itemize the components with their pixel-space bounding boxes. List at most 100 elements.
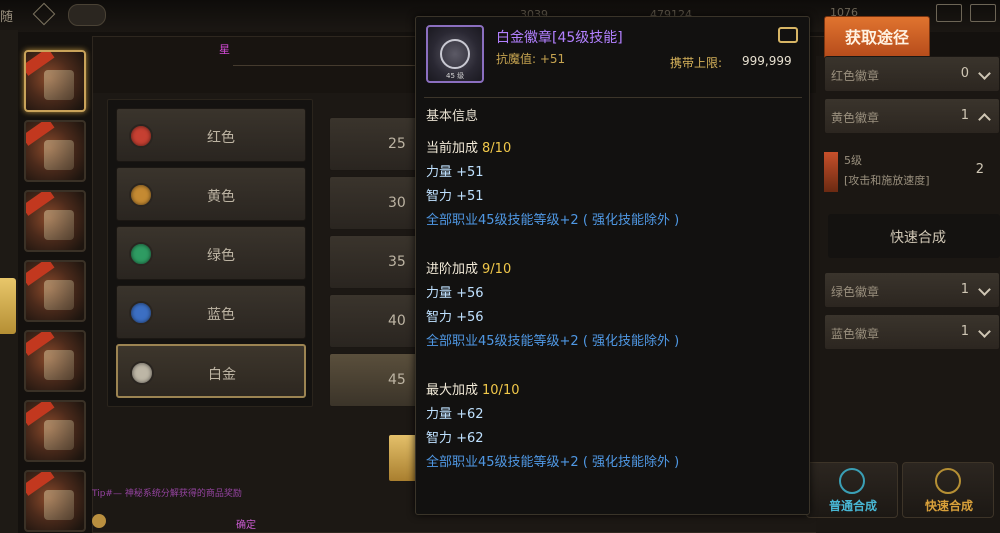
skill-line: 全部职业45级技能等级+2 ( 强化技能除外 ): [426, 455, 680, 470]
badge-row-label: 黄色徽章: [831, 111, 880, 125]
color-button-green[interactable]: 绿色: [116, 226, 306, 280]
chevron-down-icon[interactable]: [978, 325, 991, 338]
item-slot[interactable]: [24, 330, 86, 392]
color-button-yellow[interactable]: 黄色: [116, 167, 306, 221]
item-image: [44, 350, 74, 380]
share-icon[interactable]: [778, 27, 798, 43]
level-button-selected[interactable]: 45: [329, 353, 419, 407]
level-label: 40: [388, 313, 406, 329]
badge-item[interactable]: 5级 [攻击和施放速度] 2: [824, 148, 1000, 194]
color-label: 蓝色: [207, 307, 235, 323]
color-list: 红色 黄色 绿色 蓝色 白金: [107, 99, 313, 407]
level-label: 25: [388, 136, 406, 152]
quick-synthesis-button[interactable]: 快速合成: [902, 462, 994, 518]
normal-synthesis-button[interactable]: 普通合成: [806, 462, 898, 518]
badge-row-count: 1: [960, 324, 969, 339]
tooltip-resist-value: 抗魔值: +51: [496, 52, 566, 66]
stat-line: 智力 +51: [426, 189, 484, 204]
cross-emblem-icon: [440, 39, 470, 69]
chevron-down-icon[interactable]: [978, 283, 991, 296]
blue-dot-icon: [129, 301, 153, 325]
color-label: 白金: [208, 367, 236, 383]
badge-row-red[interactable]: 红色徽章 0: [824, 56, 1000, 92]
level-label: 35: [388, 254, 406, 270]
badge-item-count: 2: [975, 162, 984, 177]
bonus-level: 9/10: [482, 262, 512, 277]
star-tag: 星: [219, 43, 230, 56]
stat-line: 智力 +56: [426, 310, 484, 325]
tooltip-title: 白金徽章[45级技能]: [496, 30, 623, 46]
badge-row-blue[interactable]: 蓝色徽章 1: [824, 314, 1000, 350]
gear-icon: [935, 468, 961, 494]
normal-synthesis-label: 普通合成: [828, 499, 877, 513]
level-list: 25 30 35 40 45: [329, 99, 419, 407]
gear-icon: [839, 468, 865, 494]
level-button[interactable]: 30: [329, 176, 419, 230]
badge-row-label: 红色徽章: [831, 69, 880, 83]
item-image: [44, 280, 74, 310]
yellow-dot-icon: [129, 183, 153, 207]
item-slot[interactable]: [24, 120, 86, 182]
gold-button[interactable]: [389, 435, 417, 481]
coin-icon: [92, 514, 106, 528]
level-label: 30: [388, 195, 406, 211]
system-chat-line: Tip#— 神秘系统分解获得的商品奖励: [92, 489, 242, 499]
mail-icon[interactable]: [936, 4, 962, 22]
quick-synthesis-button-label: 快速合成: [924, 499, 973, 513]
badge-row-label: 绿色徽章: [831, 285, 880, 299]
platinum-dot-icon: [130, 361, 154, 385]
item-image: [44, 490, 74, 520]
chevron-down-icon[interactable]: [978, 67, 991, 80]
color-label: 红色: [207, 130, 235, 146]
color-button-platinum[interactable]: 白金: [116, 344, 306, 398]
level-button[interactable]: 40: [329, 294, 419, 348]
bonus-group-advanced: 进阶加成 9/10 力量 +56 智力 +56 全部职业45级技能等级+2 ( 强…: [426, 258, 796, 354]
item-slot[interactable]: [24, 50, 86, 112]
bonus-heading-label: 最大加成: [426, 383, 479, 398]
color-label: 绿色: [207, 248, 235, 264]
stat-line: 力量 +62: [426, 407, 484, 422]
level-button[interactable]: 25: [329, 117, 419, 171]
item-slot[interactable]: [24, 190, 86, 252]
badge-row-label: 蓝色徽章: [831, 327, 880, 341]
badge-row-green[interactable]: 绿色徽章 1: [824, 272, 1000, 308]
badge-icon: 45 级: [426, 25, 484, 83]
carry-limit-label: 携带上限:: [670, 56, 723, 70]
item-slot[interactable]: [24, 470, 86, 532]
item-image: [44, 210, 74, 240]
quick-synthesis-label: 快速合成: [890, 230, 946, 246]
level-button[interactable]: 35: [329, 235, 419, 289]
color-button-blue[interactable]: 蓝色: [116, 285, 306, 339]
item-slot[interactable]: [24, 400, 86, 462]
green-dot-icon: [129, 242, 153, 266]
bonus-heading: 进阶加成 9/10: [426, 258, 796, 282]
badge-item-desc: [攻击和施放速度]: [844, 174, 930, 187]
bonus-group-current: 当前加成 8/10 力量 +51 智力 +51 全部职业45级技能等级+2 ( 强…: [426, 137, 796, 233]
quick-synthesis-row[interactable]: 快速合成: [828, 214, 1000, 258]
badge-row-count: 1: [960, 282, 969, 297]
skill-line: 全部职业45级技能等级+2 ( 强化技能除外 ): [426, 213, 680, 228]
color-button-red[interactable]: 红色: [116, 108, 306, 162]
bonus-level: 10/10: [482, 383, 520, 398]
badge-row-count: 0: [960, 66, 969, 81]
get-source-button[interactable]: 获取途径: [824, 16, 930, 60]
chat-bubble-icon[interactable]: [68, 4, 106, 26]
badge-item-icon: [824, 152, 838, 192]
badge-row-yellow[interactable]: 黄色徽章 1: [824, 98, 1000, 134]
badge-level-label: 45 级: [446, 72, 465, 80]
item-slot[interactable]: [24, 260, 86, 322]
tooltip-divider: [424, 97, 802, 98]
left-collapse-tab[interactable]: [0, 278, 16, 334]
menu-icon[interactable]: [970, 4, 996, 22]
bonus-heading-label: 进阶加成: [426, 262, 479, 277]
item-tooltip: 45 级 白金徽章[45级技能] 抗魔值: +51 携带上限: 999,999 …: [415, 16, 810, 515]
badge-row-count: 1: [960, 108, 969, 123]
bonus-heading: 最大加成 10/10: [426, 379, 796, 403]
chat-confirm-text[interactable]: 确定: [236, 516, 256, 531]
item-image: [44, 420, 74, 450]
item-image: [44, 140, 74, 170]
stat-line: 力量 +56: [426, 286, 484, 301]
color-label: 黄色: [207, 189, 235, 205]
chevron-up-icon[interactable]: [978, 113, 991, 126]
badge-item-name: 5级: [844, 154, 862, 167]
